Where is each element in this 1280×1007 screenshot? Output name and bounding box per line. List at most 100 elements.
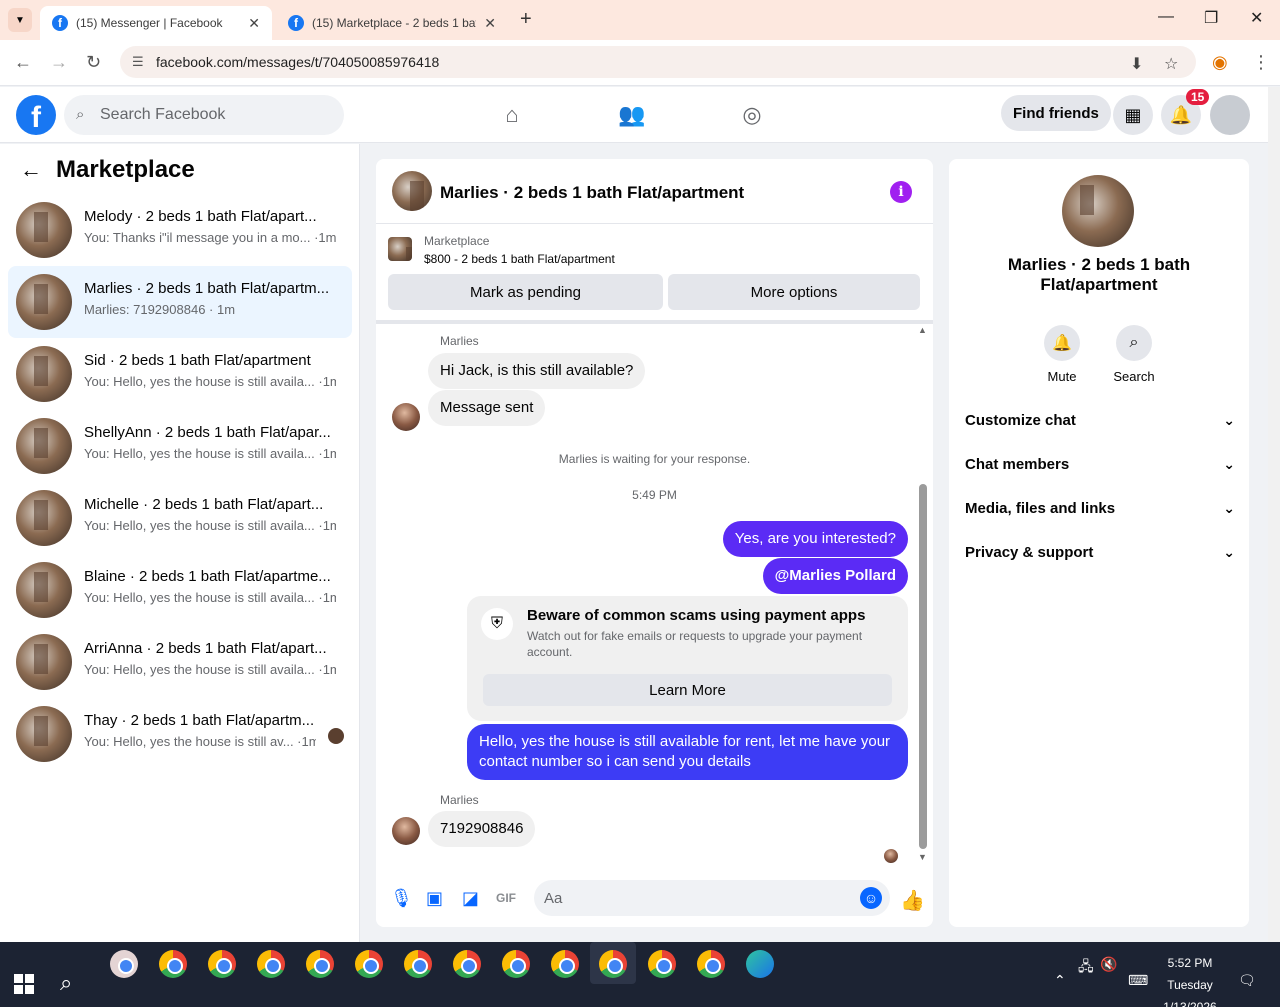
friends-icon[interactable]: 👥	[618, 101, 646, 129]
conversation-item[interactable]: Marlies · 2 beds 1 bath Flat/apartm... M…	[8, 266, 352, 338]
profile-icon[interactable]: ◉	[1212, 52, 1228, 73]
forward-arrow-icon[interactable]: →	[50, 52, 68, 73]
gif-icon[interactable]: GIF	[496, 891, 516, 905]
conversation-item[interactable]: Sid · 2 beds 1 bath Flat/apartment You: …	[8, 338, 352, 410]
chat-title[interactable]: Marlies · 2 beds 1 bath Flat/apartment	[440, 183, 744, 203]
groups-icon[interactable]: ◎	[738, 101, 766, 129]
chrome-icon[interactable]	[159, 950, 187, 978]
chat-header: Marlies · 2 beds 1 bath Flat/apartment i	[376, 159, 933, 224]
info-icon[interactable]: i	[890, 181, 912, 203]
shield-icon: ⛨	[481, 608, 513, 640]
url-input[interactable]: ☰ facebook.com/messages/t/70405008597641…	[120, 46, 1196, 78]
facebook-search-input[interactable]: ⌕ Search Facebook	[64, 95, 344, 135]
bookmark-star-icon[interactable]: ☆	[1164, 54, 1178, 74]
reload-icon[interactable]: ↻	[86, 52, 101, 73]
app-icon[interactable]	[110, 950, 138, 978]
home-icon[interactable]: ⌂	[498, 101, 526, 129]
facebook-favicon-icon: f	[52, 15, 68, 31]
volume-muted-icon[interactable]: 🔇	[1100, 956, 1117, 973]
scroll-down-icon[interactable]: ▼	[918, 852, 927, 862]
message-bubble[interactable]: Hello, yes the house is still available …	[467, 724, 908, 780]
page-scrollbar[interactable]	[1268, 87, 1280, 942]
microphone-icon[interactable]: 🎙	[390, 888, 413, 909]
chrome-icon[interactable]	[404, 950, 432, 978]
chevron-down-icon: ⌄	[1223, 455, 1235, 472]
restore-icon[interactable]: ❐	[1204, 8, 1218, 28]
message-bubble[interactable]: Yes, are you interested?	[722, 521, 908, 557]
windows-start-icon[interactable]	[14, 974, 34, 994]
chrome-icon[interactable]	[208, 950, 236, 978]
conversation-item[interactable]: Blaine · 2 beds 1 bath Flat/apartme... Y…	[8, 554, 352, 626]
close-tab-icon[interactable]: ✕	[484, 15, 496, 32]
account-avatar[interactable]	[1210, 95, 1250, 135]
find-friends-button[interactable]: Find friends	[1001, 95, 1111, 131]
message-input[interactable]: Aa ☺	[534, 880, 890, 916]
customize-chat-row[interactable]: Customize chat ⌄	[965, 400, 1235, 440]
scam-warning-card: ⛨ Beware of common scams using payment a…	[467, 596, 908, 721]
chevron-up-icon[interactable]: ⌃	[1054, 972, 1066, 989]
facebook-favicon-icon: f	[288, 15, 304, 31]
chrome-icon[interactable]	[648, 950, 676, 978]
menu-grid-icon[interactable]: ▦	[1113, 95, 1153, 135]
search-button[interactable]: ⌕ Search	[1104, 325, 1164, 384]
message-bubble[interactable]: Hi Jack, is this still available?	[428, 353, 646, 389]
chat-scrollbar[interactable]	[919, 484, 927, 849]
conversation-item[interactable]: ArriAnna · 2 beds 1 bath Flat/apart... Y…	[8, 626, 352, 698]
facebook-logo-icon[interactable]: f	[16, 95, 56, 135]
notification-center-icon[interactable]: 🗨	[1238, 972, 1256, 989]
learn-more-button[interactable]: Learn More	[483, 674, 892, 706]
chrome-icon[interactable]	[697, 950, 725, 978]
conversation-item[interactable]: Melody · 2 beds 1 bath Flat/apart... You…	[8, 194, 352, 266]
keyboard-icon[interactable]: ⌨	[1128, 972, 1148, 989]
more-options-button[interactable]: More options	[668, 274, 920, 310]
conversation-item[interactable]: ShellyAnn · 2 beds 1 bath Flat/apar... Y…	[8, 410, 352, 482]
edge-icon[interactable]	[746, 950, 774, 978]
message-bubble[interactable]: Message sent	[428, 390, 546, 426]
sticker-icon[interactable]: ◪	[462, 888, 479, 909]
photo-icon[interactable]: ▣	[426, 888, 443, 909]
mark-pending-button[interactable]: Mark as pending	[388, 274, 663, 310]
tab-messenger[interactable]: f (15) Messenger | Facebook ✕	[40, 6, 272, 40]
new-tab-icon[interactable]: +	[520, 8, 532, 31]
chrome-icon[interactable]	[306, 950, 334, 978]
chrome-icon[interactable]	[502, 950, 530, 978]
close-tab-icon[interactable]: ✕	[248, 15, 260, 32]
chrome-icon[interactable]	[355, 950, 383, 978]
chrome-icon[interactable]	[551, 950, 579, 978]
listing-thumbnail[interactable]	[392, 171, 432, 211]
chrome-icon[interactable]	[257, 950, 285, 978]
listing-price[interactable]: $800 - 2 beds 1 bath Flat/apartment	[424, 252, 615, 266]
menu-kebab-icon[interactable]: ⋮	[1252, 52, 1270, 73]
media-files-links-row[interactable]: Media, files and links ⌄	[965, 488, 1235, 528]
chrome-icon[interactable]	[599, 950, 627, 978]
close-window-icon[interactable]: ✕	[1250, 8, 1263, 28]
tab-search-dropdown-icon[interactable]: ▼	[8, 8, 32, 32]
message-bubble[interactable]: 7192908846	[428, 811, 536, 847]
conversation-item[interactable]: Michelle · 2 beds 1 bath Flat/apart... Y…	[8, 482, 352, 554]
listing-thumbnail	[388, 237, 412, 261]
tab-marketplace[interactable]: f (15) Marketplace - 2 beds 1 bat ✕	[276, 6, 508, 40]
thumbs-up-icon[interactable]: 👍	[900, 888, 925, 913]
chat-members-row[interactable]: Chat members ⌄	[965, 444, 1235, 484]
avatar[interactable]	[392, 817, 420, 845]
scroll-up-icon[interactable]: ▲	[918, 325, 927, 335]
network-icon[interactable]: 🖧	[1078, 956, 1094, 980]
emoji-icon[interactable]: ☺	[860, 887, 882, 909]
privacy-support-row[interactable]: Privacy & support ⌄	[965, 532, 1235, 572]
taskbar-search-icon[interactable]: ⌕	[60, 970, 72, 996]
avatar[interactable]	[392, 403, 420, 431]
listing-thumbnail	[16, 706, 72, 762]
page-title: Marketplace	[56, 156, 195, 183]
back-arrow-icon[interactable]: ←	[20, 157, 42, 183]
install-app-icon[interactable]: ⬇	[1130, 54, 1143, 74]
site-info-icon[interactable]: ☰	[132, 54, 144, 70]
mention-bubble[interactable]: @Marlies Pollard	[762, 558, 908, 594]
back-arrow-icon[interactable]: ←	[14, 52, 32, 73]
chrome-icon[interactable]	[453, 950, 481, 978]
system-clock[interactable]: 5:52 PM Tuesday 1/13/2026	[1150, 952, 1230, 1007]
listing-thumbnail[interactable]	[1062, 175, 1134, 247]
mute-label: Mute	[1047, 369, 1077, 384]
mute-button[interactable]: 🔔 Mute	[1032, 325, 1092, 384]
conversation-item[interactable]: Thay · 2 beds 1 bath Flat/apartm... You:…	[8, 698, 352, 770]
minimize-icon[interactable]: —	[1158, 8, 1174, 26]
